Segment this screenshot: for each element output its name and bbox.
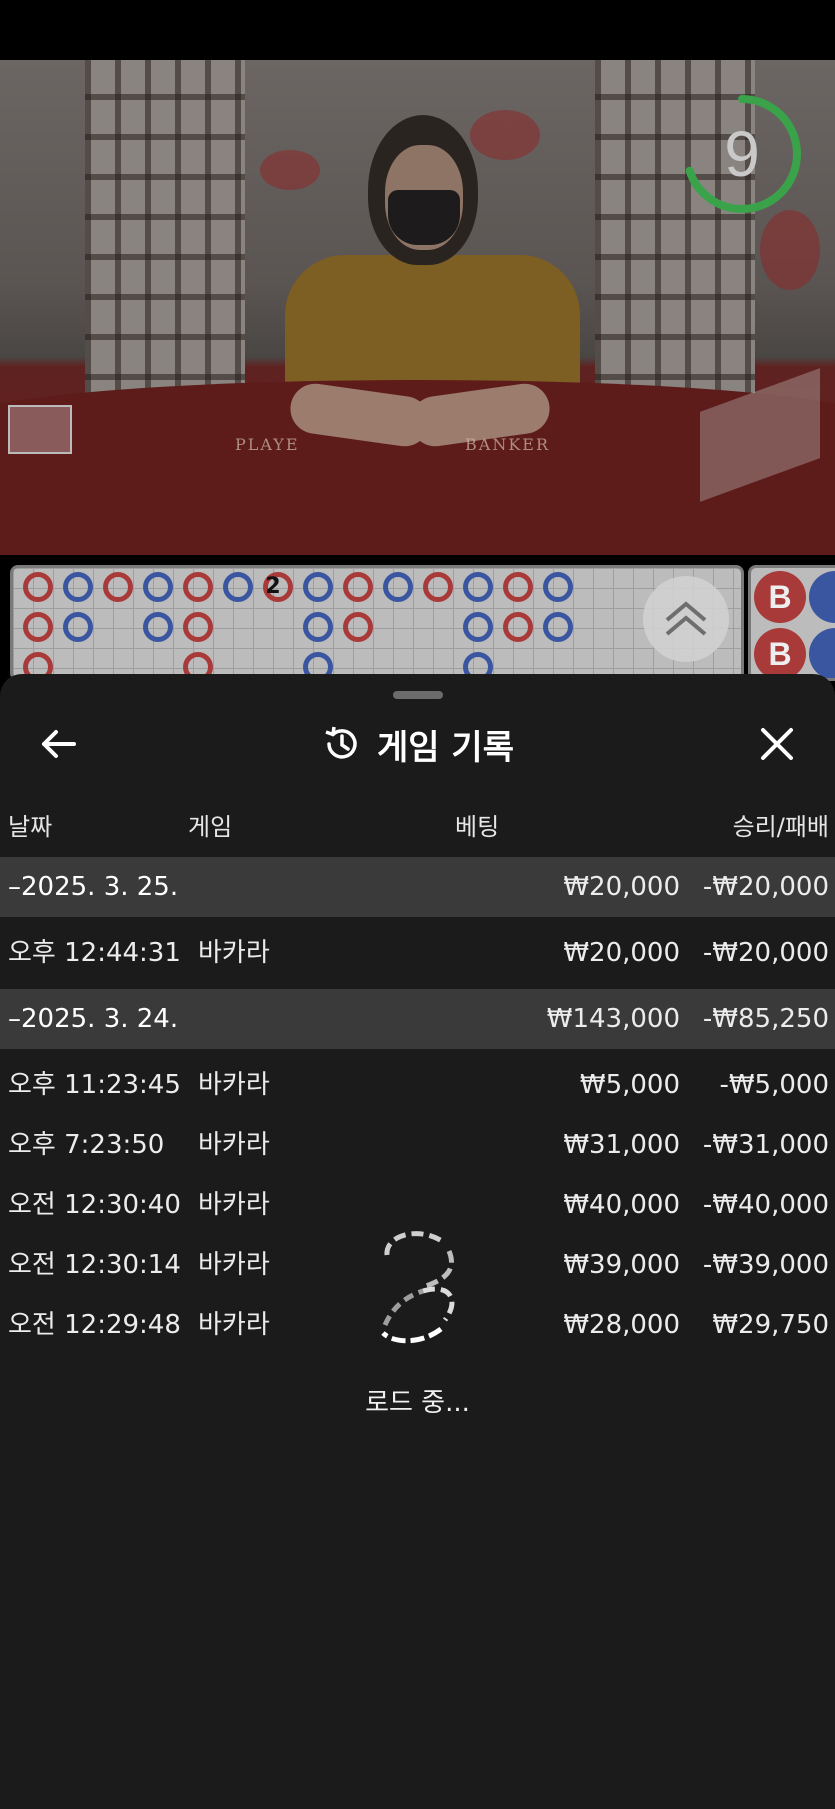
history-row[interactable]: 오후 11:23:45 바카라 ₩5,000 -₩5,000: [0, 1055, 835, 1115]
player-bead: [303, 572, 333, 602]
row-result: ₩29,750: [712, 1310, 829, 1340]
status-bar: [0, 0, 835, 60]
row-time: 오전 12:29:48: [8, 1310, 181, 1340]
row-time: 오후 7:23:50: [8, 1130, 165, 1160]
dealer-mask: [388, 190, 460, 245]
blossom-decoration: [260, 150, 320, 190]
blossom-decoration: [760, 210, 820, 290]
tie-count: 2: [265, 574, 281, 599]
player-bead: [303, 612, 333, 642]
group-bet-total: ₩20,000: [563, 872, 680, 902]
column-header-date: 날짜: [8, 813, 53, 841]
close-icon: [761, 728, 793, 760]
player-bead: [383, 572, 413, 602]
banker-bead: [23, 612, 53, 642]
banker-bead: [343, 572, 373, 602]
player-bead: [543, 572, 573, 602]
row-result: -₩31,000: [702, 1130, 829, 1160]
history-icon: [325, 726, 357, 759]
banker-bead: [103, 572, 133, 602]
date-group-row[interactable]: –2025. 3. 24. ₩143,000 -₩85,250: [0, 989, 835, 1049]
row-bet: ₩40,000: [563, 1190, 680, 1220]
banker-bead: [343, 612, 373, 642]
row-bet: ₩31,000: [563, 1130, 680, 1160]
row-bet: ₩39,000: [563, 1250, 680, 1280]
row-bet: ₩5,000: [579, 1070, 680, 1100]
loading-text: 로드 중...: [365, 1388, 470, 1418]
banker-bead: [23, 572, 53, 602]
countdown-number: 9: [724, 118, 760, 190]
bead-road[interactable]: [10, 565, 744, 681]
big-road[interactable]: B B: [748, 565, 835, 681]
row-result: -₩5,000: [719, 1070, 829, 1100]
player-bead: [143, 612, 173, 642]
blossom-decoration: [470, 110, 540, 160]
row-game: 바카라: [198, 1310, 270, 1340]
page-title: 게임 기록: [377, 727, 514, 768]
banker-bead: [423, 572, 453, 602]
row-time: 오후 11:23:45: [8, 1070, 181, 1100]
player-bead: [223, 572, 253, 602]
banker-marker: B: [754, 628, 806, 678]
player-bead: [543, 612, 573, 642]
row-time: 오전 12:30:14: [8, 1250, 181, 1280]
player-bead: [63, 572, 93, 602]
player-marker: [809, 628, 835, 678]
group-result-total: -₩85,250: [702, 1004, 829, 1034]
player-bead: [143, 572, 173, 602]
row-bet: ₩20,000: [563, 938, 680, 968]
banker-bead: [183, 572, 213, 602]
row-bet: ₩28,000: [563, 1310, 680, 1340]
background-screen-left: [85, 60, 245, 420]
column-header-game: 게임: [188, 813, 233, 841]
history-row[interactable]: 오후 7:23:50 바카라 ₩31,000 -₩31,000: [0, 1115, 835, 1175]
row-game: 바카라: [198, 1130, 270, 1160]
date-group-row[interactable]: –2025. 3. 25. ₩20,000 -₩20,000: [0, 857, 835, 917]
chevron-double-up-icon: [665, 601, 707, 636]
drag-handle[interactable]: [393, 691, 443, 699]
row-result: -₩39,000: [702, 1250, 829, 1280]
table-label-player: PLAYE: [235, 435, 300, 454]
player-marker: [809, 571, 835, 623]
row-game: 바카라: [198, 1250, 270, 1280]
card-shoe: [8, 405, 72, 454]
group-result-total: -₩20,000: [702, 872, 829, 902]
history-row[interactable]: 오후 12:44:31 바카라 ₩20,000 -₩20,000: [0, 923, 835, 983]
row-game: 바카라: [198, 1070, 270, 1100]
column-header-result: 승리/패배: [732, 813, 829, 841]
player-bead: [63, 612, 93, 642]
player-bead: [463, 572, 493, 602]
expand-roadmap-button[interactable]: [643, 576, 729, 662]
table-label-banker: BANKER: [465, 435, 550, 454]
banker-marker: B: [754, 571, 806, 623]
group-date: –2025. 3. 24.: [8, 1004, 179, 1034]
row-time: 오후 12:44:31: [8, 938, 181, 968]
group-date: –2025. 3. 25.: [8, 872, 179, 902]
column-header-bet: 베팅: [455, 813, 500, 841]
banker-bead: [183, 612, 213, 642]
player-bead: [463, 612, 493, 642]
banker-bead: [503, 572, 533, 602]
row-game: 바카라: [198, 1190, 270, 1220]
row-result: -₩20,000: [702, 938, 829, 968]
row-game: 바카라: [198, 938, 270, 968]
row-time: 오전 12:30:40: [8, 1190, 181, 1220]
banker-bead: [503, 612, 533, 642]
row-result: -₩40,000: [702, 1190, 829, 1220]
loading-spinner-icon: [381, 1231, 455, 1344]
sheet-header: 게임 기록: [0, 714, 835, 774]
close-button[interactable]: [747, 714, 807, 774]
group-bet-total: ₩143,000: [546, 1004, 680, 1034]
